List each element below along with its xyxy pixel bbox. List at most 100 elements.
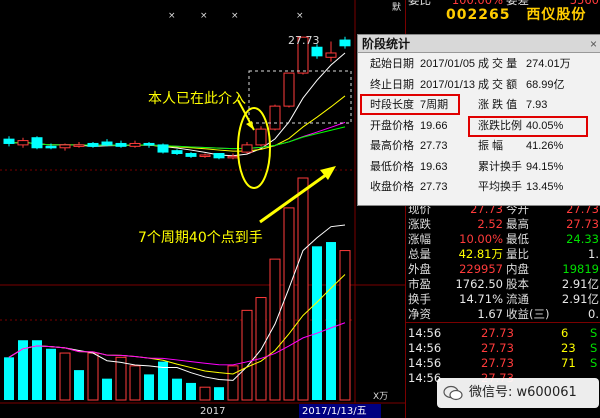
kline-chart[interactable]: 27.73 2017 2017/1/13/五 X万 默 × × × × — [0, 0, 405, 418]
candle-body[interactable] — [227, 155, 239, 159]
candle-body[interactable] — [59, 144, 71, 149]
candle-body[interactable] — [255, 128, 267, 146]
watermark-text: 微信号: w600061 — [469, 385, 577, 400]
quote-label: 流通 — [506, 292, 529, 306]
quote-value: 10.00% — [459, 232, 503, 246]
stat-label: 成 交 量 — [478, 58, 518, 70]
volume-bar — [46, 348, 56, 400]
stat-label: 最高价格 — [370, 140, 414, 152]
volume-bar — [172, 378, 182, 400]
candle-body[interactable] — [115, 142, 127, 147]
candle-body[interactable] — [3, 138, 15, 144]
stock-code: 002265 — [446, 7, 511, 23]
quote-value: 2.91亿 — [561, 277, 599, 291]
stat-label: 开盘价格 — [370, 119, 414, 132]
tick-price: 27.73 — [481, 341, 514, 355]
popup-title-bar[interactable]: 阶段统计 × — [358, 35, 600, 53]
volume-bar — [115, 356, 127, 401]
volume-bar — [144, 374, 154, 400]
stat-label: 终止日期 — [370, 78, 414, 91]
candle-body[interactable] — [31, 137, 43, 149]
volume-bar — [186, 382, 196, 400]
volume-bar — [4, 357, 14, 400]
candle-body[interactable] — [283, 72, 295, 107]
quote-value: 2.91亿 — [561, 292, 599, 306]
volume-bar — [241, 309, 253, 401]
candle-body[interactable] — [17, 140, 29, 146]
quote-row: 市盈 1762.50 股本 2.91亿 — [406, 277, 600, 292]
candle-body[interactable] — [213, 153, 225, 159]
tick-volume: 6 — [561, 326, 569, 340]
candle-body[interactable] — [73, 144, 85, 147]
quote-value: 229957 — [459, 262, 503, 276]
volume-bar — [87, 352, 99, 401]
stat-value: 274.01万 — [526, 58, 571, 70]
tick-time: 14:56 — [408, 341, 442, 355]
volume-bar — [129, 365, 141, 401]
quote-label: 收益(三) — [506, 307, 550, 321]
period-stats-popup[interactable]: 阶段统计 × 起始日期 2017/01/05 终止日期 2017/01/13 时段长度 7… — [357, 34, 600, 206]
stat-label: 累计换手 — [478, 160, 522, 173]
wechat-icon — [443, 385, 463, 401]
candle-body[interactable] — [129, 142, 141, 147]
tick-volume: 71 — [561, 356, 576, 370]
stat-value: 19.63 — [420, 160, 448, 173]
candle-body[interactable] — [269, 105, 281, 130]
candle-body[interactable] — [339, 39, 351, 47]
candle-body[interactable] — [45, 145, 57, 149]
stat-label: 平均换手 — [478, 181, 522, 193]
close-icon[interactable]: × — [590, 35, 597, 53]
stock-header[interactable]: 002265 西仪股份 — [406, 5, 600, 25]
tick-time: 14:56 — [408, 326, 442, 340]
tick-flag: S — [590, 326, 598, 340]
volume-bar — [326, 242, 336, 400]
tick-volume: 23 — [561, 341, 576, 355]
entry-annotation: 本人已在此介入 — [148, 91, 246, 107]
quote-row: 涨幅 10.00% 最低 24.33 — [406, 232, 600, 247]
date-box-label: 2017/1/13/五 — [302, 406, 367, 417]
tick-time: 14:56 — [408, 356, 442, 370]
stat-label: 成 交 额 — [478, 78, 518, 91]
quote-label: 最高 — [506, 217, 529, 231]
vol-unit-label: X万 — [373, 392, 388, 402]
candle-body[interactable] — [199, 154, 211, 157]
quote-row: 涨跌 2.52 最高 27.73 — [406, 217, 600, 232]
highlight-change-box — [468, 116, 588, 137]
divider — [406, 322, 600, 323]
highlight-period-box — [360, 94, 460, 115]
tick-row: 14:56 27.73 71 S — [406, 356, 600, 371]
stat-label: 收盘价格 — [370, 181, 414, 193]
candle-body[interactable] — [311, 46, 323, 57]
candle-body[interactable] — [157, 144, 169, 153]
quote-value: 2.52 — [477, 217, 503, 231]
stock-name: 西仪股份 — [526, 7, 587, 23]
candle-body[interactable] — [241, 144, 253, 153]
quote-row: 总量 42.81万 量比 1. — [406, 247, 600, 262]
popup-title: 阶段统计 — [362, 37, 411, 51]
tick-flag: S — [590, 356, 598, 370]
quote-row: 换手 14.71% 流通 2.91亿 — [406, 292, 600, 307]
candle-body[interactable] — [101, 141, 113, 146]
volume-bar — [32, 340, 42, 400]
quote-label: 涨幅 — [408, 232, 431, 246]
quote-label: 净资 — [408, 307, 431, 321]
quote-value: 14.71% — [459, 292, 503, 306]
volume-bar — [199, 386, 211, 401]
stat-value: 94.15% — [526, 160, 564, 173]
candle-body[interactable] — [171, 150, 183, 155]
quote-label: 市盈 — [408, 277, 431, 291]
candle-body[interactable] — [143, 142, 155, 146]
candle-body[interactable] — [185, 153, 197, 157]
marker-icon: × — [168, 11, 176, 21]
quote-label: 换手 — [408, 292, 431, 306]
quote-label: 外盘 — [408, 262, 431, 276]
candle-body[interactable] — [87, 142, 99, 147]
tick-row: 14:56 27.73 6 S — [406, 326, 600, 341]
stat-value: 7.93 — [526, 99, 548, 111]
marker-icon: × — [231, 11, 239, 21]
volume-bar — [227, 365, 239, 401]
quote-value: 19819 — [562, 262, 599, 276]
candle-body[interactable] — [325, 52, 337, 58]
stat-label: 涨 跌 值 — [478, 99, 518, 111]
quote-value: 1. — [588, 247, 599, 261]
